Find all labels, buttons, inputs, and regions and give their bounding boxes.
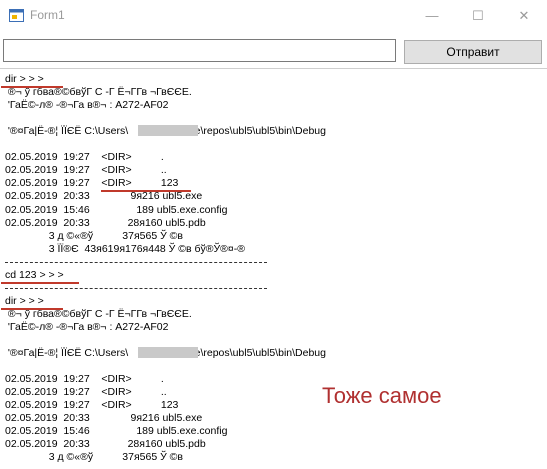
console-line: 02.05.2019 15:46 189 ubl5.exe.config <box>5 204 228 216</box>
console-output[interactable]: dir > > > ®¬ ў гбва®©бвўГ С -Г Ё¬ГГв ¬Гв… <box>0 68 547 469</box>
red-underline-mark <box>101 190 191 192</box>
console-line: 02.05.2019 19:27 <DIR> . <box>5 373 164 385</box>
red-underline-mark <box>1 282 79 284</box>
red-underline-mark <box>1 308 63 310</box>
console-line: 02.05.2019 19:27 <DIR> .. <box>5 386 167 398</box>
console-line: 'ГаЁ©-л® -®¬Га в®¬ : A272-AF02 <box>5 321 169 333</box>
send-button[interactable]: Отправит <box>404 40 542 64</box>
annotation-text: Тоже самое <box>322 383 442 408</box>
console-line: 02.05.2019 20:33 9я216 ubl5.exe <box>5 412 203 424</box>
console-line: cd 123 > > > <box>5 269 64 281</box>
command-input[interactable] <box>3 39 396 62</box>
maximize-button[interactable]: ☐ <box>455 0 501 31</box>
console-line: 02.05.2019 20:33 28я160 ubl5.pdb <box>5 217 206 229</box>
console-line: 3 ЇЇ®Є 43я619я176я448 Ў ©в бў®Ў®¤-® <box>5 243 245 255</box>
form-app-icon <box>9 9 24 22</box>
console-line: 02.05.2019 15:46 189 ubl5.exe.config <box>5 425 228 437</box>
console-line: 02.05.2019 20:33 28я160 ubl5.pdb <box>5 438 206 450</box>
close-button[interactable]: ✕ <box>501 0 547 31</box>
window-title: Form1 <box>30 8 65 22</box>
console-line: 02.05.2019 19:27 <DIR> . <box>5 151 164 163</box>
console-separator <box>5 262 267 263</box>
console-line: dir > > > <box>5 295 44 307</box>
console-line: 02.05.2019 19:27 <DIR> .. <box>5 164 167 176</box>
title-bar: Form1 — ☐ ✕ <box>0 0 547 31</box>
console-line: 3 д ©«®ў 37я565 Ў ©в <box>5 451 183 463</box>
minimize-button[interactable]: — <box>409 0 455 31</box>
redacted-username <box>138 347 198 358</box>
console-line: 02.05.2019 19:27 <DIR> 123 <box>5 399 179 411</box>
console-line: 02.05.2019 19:27 <DIR> 123 <box>5 177 179 189</box>
redacted-username <box>138 125 198 136</box>
console-line: 'ГаЁ©-л® -®¬Га в®¬ : A272-AF02 <box>5 99 169 111</box>
red-underline-mark <box>1 86 63 88</box>
console-separator <box>5 288 267 289</box>
console-line: 3 д ©«®ў 37я565 Ў ©в <box>5 230 183 242</box>
console-line: dir > > > <box>5 73 44 85</box>
